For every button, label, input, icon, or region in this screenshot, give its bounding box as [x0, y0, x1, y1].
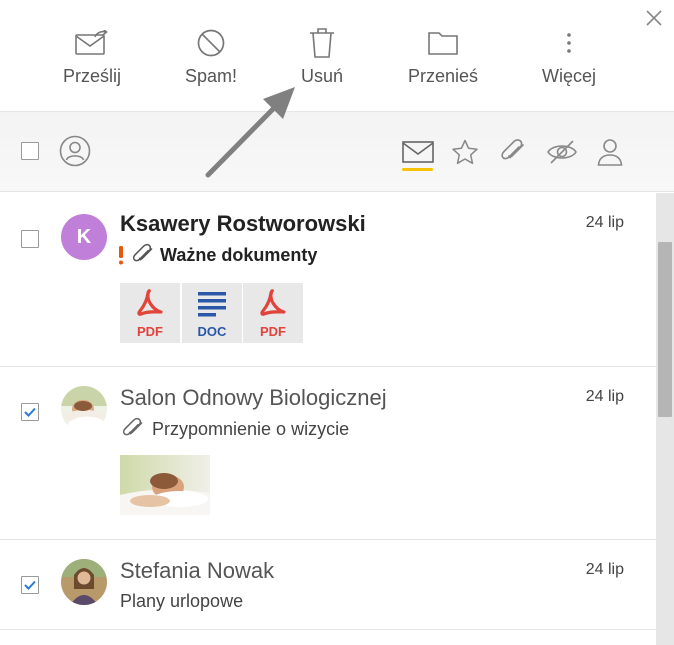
attachment-ext: DOC: [197, 324, 227, 339]
attachment-thumbnail[interactable]: PDF: [120, 283, 180, 343]
message-checkbox[interactable]: [21, 230, 39, 248]
message-list: K Ksawery Rostworowski 24 lip Ważne doku…: [0, 193, 656, 645]
attachment-thumbnail[interactable]: PDF: [243, 283, 303, 343]
pdf-icon: [136, 289, 164, 322]
attachment-thumbnail[interactable]: DOC: [182, 283, 242, 343]
message-row[interactable]: Salon Odnowy Biologicznej 24 lip Przypom…: [0, 367, 656, 540]
more-vertical-icon: [552, 26, 586, 60]
trash-icon: [305, 26, 339, 60]
message-checkbox[interactable]: [21, 576, 39, 594]
message-sender: Ksawery Rostworowski: [120, 211, 366, 236]
spam-label: Spam!: [184, 66, 238, 86]
important-icon: [118, 245, 126, 265]
pdf-icon: [259, 289, 287, 322]
message-date: 24 lip: [585, 214, 624, 231]
message-subject-line: Przypomnienie o wizycie: [120, 417, 349, 441]
message-row[interactable]: K Ksawery Rostworowski 24 lip Ważne doku…: [0, 193, 656, 367]
paperclip-icon: [130, 243, 156, 267]
avatar: [61, 386, 107, 432]
forward-label: Prześlij: [62, 66, 121, 86]
message-checkbox[interactable]: [21, 403, 39, 421]
message-subject: Ważne dokumenty: [160, 244, 318, 265]
block-icon: [194, 26, 228, 60]
doc-icon: [197, 291, 227, 322]
delete-label: Usuń: [300, 66, 344, 86]
attachment-thumbnail[interactable]: [120, 455, 210, 515]
contacts-icon[interactable]: [58, 134, 92, 168]
select-all-checkbox[interactable]: [21, 142, 39, 160]
message-subject: Plany urlopowe: [120, 591, 244, 611]
more-label: Więcej: [541, 66, 596, 86]
attachment-ext: PDF: [137, 324, 163, 339]
spam-button[interactable]: Spam!: [156, 26, 266, 87]
star-icon[interactable]: [451, 138, 479, 166]
more-button[interactable]: Więcej: [514, 26, 624, 87]
filter-bar: [0, 112, 674, 192]
message-sender: Salon Odnowy Biologicznej: [120, 385, 387, 410]
mail-icon[interactable]: [402, 140, 434, 164]
avatar: K: [61, 214, 107, 260]
forward-button[interactable]: Prześlij: [37, 26, 147, 87]
paperclip-icon: [120, 417, 146, 441]
message-subject-line: Ważne dokumenty: [118, 243, 317, 267]
active-filter-indicator: [402, 168, 433, 171]
message-date: 24 lip: [585, 388, 624, 405]
message-row[interactable]: Stefania Nowak 24 lip Plany urlopowe: [0, 540, 656, 630]
close-icon[interactable]: [644, 8, 664, 28]
delete-button[interactable]: Usuń: [267, 26, 377, 87]
checkmark-icon: [24, 407, 36, 417]
paperclip-icon[interactable]: [499, 138, 527, 166]
folder-icon: [426, 26, 460, 60]
person-icon[interactable]: [596, 138, 624, 166]
move-label: Przenieś: [407, 66, 479, 86]
spa-photo-icon: [120, 455, 210, 515]
message-sender: Stefania Nowak: [120, 558, 275, 583]
message-subject: Przypomnienie o wizycie: [152, 418, 350, 439]
move-button[interactable]: Przenieś: [388, 26, 498, 87]
profile-photo-icon: [61, 559, 107, 605]
forward-icon: [75, 26, 109, 60]
spa-photo-icon: [61, 386, 107, 432]
avatar: [61, 559, 107, 605]
scrollbar-thumb[interactable]: [658, 242, 672, 417]
action-toolbar: Prześlij Spam! Usuń Przenieś Więcej: [0, 0, 674, 112]
checkmark-icon: [24, 580, 36, 590]
eye-off-icon[interactable]: [546, 138, 578, 166]
attachment-ext: PDF: [260, 324, 286, 339]
message-date: 24 lip: [585, 561, 624, 578]
